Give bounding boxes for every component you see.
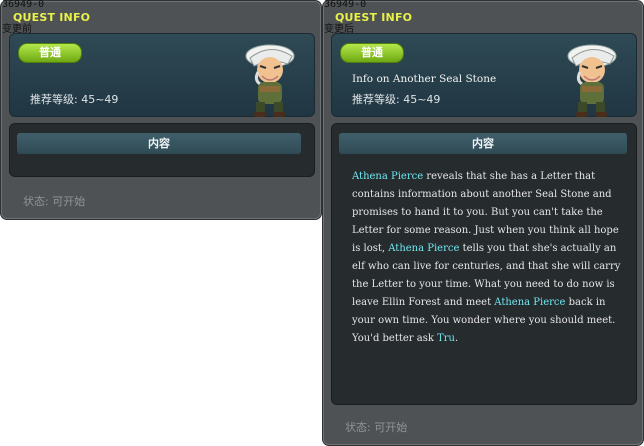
quest-id: 36949-0 bbox=[2, 0, 45, 10]
content-header: 内容 bbox=[339, 133, 627, 154]
content-box: 内容 bbox=[9, 123, 315, 177]
difficulty-badge: 普通 bbox=[340, 43, 404, 63]
description-text: . bbox=[454, 333, 459, 344]
npc-portrait-icon bbox=[245, 44, 295, 117]
highlighted-name: Athena Pierce bbox=[494, 297, 566, 308]
content-box: 内容 Athena Pierce reveals that she has a … bbox=[331, 123, 637, 405]
content-header: 内容 bbox=[17, 133, 301, 154]
quest-header-box: 普通 Info on Another Seal Stone 推荐等级: 45~4… bbox=[331, 33, 637, 117]
quest-info-panel-after: QUEST INFO 普通 Info on Another Seal Stone… bbox=[322, 0, 644, 446]
variant-label: 变更后 bbox=[324, 24, 354, 35]
panel-frame: QUEST INFO 普通 推荐等级: 45~49 内容 状态: 可开始 bbox=[0, 0, 322, 220]
quest-info-panel-before: QUEST INFO 普通 推荐等级: 45~49 内容 状态: 可开始 369… bbox=[0, 0, 322, 220]
panel-title: QUEST INFO bbox=[13, 11, 91, 24]
panel-title: QUEST INFO bbox=[335, 11, 413, 24]
variant-label: 变更前 bbox=[2, 24, 32, 35]
description-text: reveals that she has a Letter that conta… bbox=[352, 171, 619, 254]
quest-status: 状态: 可开始 bbox=[345, 421, 408, 434]
quest-description: Athena Pierce reveals that she has a Let… bbox=[352, 168, 624, 348]
quest-name: Info on Another Seal Stone bbox=[352, 73, 497, 85]
quest-status: 状态: 可开始 bbox=[23, 195, 86, 208]
difficulty-badge: 普通 bbox=[18, 43, 82, 63]
highlighted-name: Tru bbox=[437, 333, 455, 344]
quest-id: 36949-0 bbox=[324, 0, 367, 10]
recommended-level: 推荐等级: 45~49 bbox=[352, 93, 441, 106]
highlighted-name: Athena Pierce bbox=[352, 171, 424, 182]
npc-portrait-icon bbox=[567, 44, 617, 117]
highlighted-name: Athena Pierce bbox=[388, 243, 460, 254]
quest-header-box: 普通 推荐等级: 45~49 bbox=[9, 33, 315, 117]
recommended-level: 推荐等级: 45~49 bbox=[30, 93, 119, 106]
panel-frame: QUEST INFO 普通 Info on Another Seal Stone… bbox=[322, 0, 644, 446]
